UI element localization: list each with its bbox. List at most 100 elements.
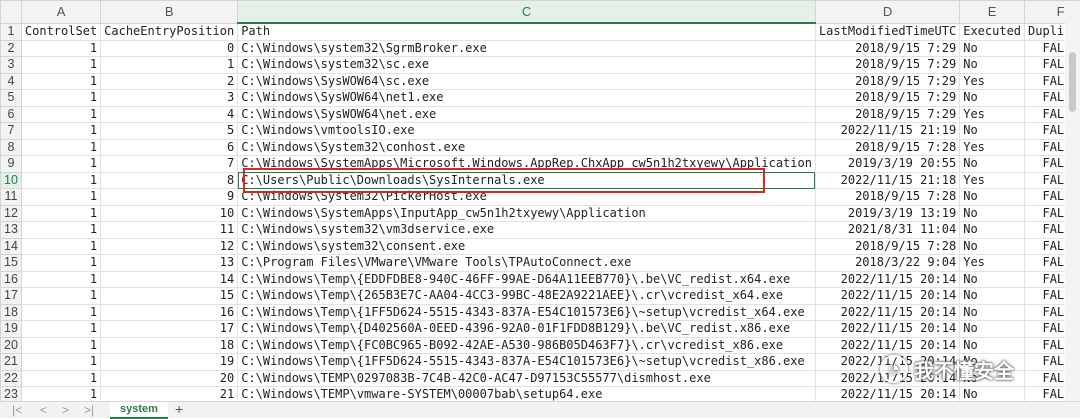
table-cell[interactable]: 2018/9/15 7:29 xyxy=(815,40,959,57)
table-cell[interactable]: No xyxy=(960,123,1025,140)
table-cell[interactable]: 1 xyxy=(21,139,100,156)
row-number[interactable]: 13 xyxy=(1,222,22,239)
table-cell[interactable]: No xyxy=(960,288,1025,305)
select-all-corner[interactable] xyxy=(1,1,22,24)
table-cell[interactable]: 2022/11/15 21:19 xyxy=(815,123,959,140)
table-cell[interactable]: C:\Windows\Temp\{265B3E7C-AA04-4CC3-99BC… xyxy=(238,288,816,305)
table-cell[interactable]: 18 xyxy=(101,337,238,354)
column-header[interactable]: A xyxy=(21,1,100,24)
table-cell[interactable]: No xyxy=(960,337,1025,354)
table-cell[interactable]: 1 xyxy=(101,57,238,74)
table-cell[interactable]: 1 xyxy=(21,288,100,305)
table-cell[interactable]: 2018/9/15 7:29 xyxy=(815,106,959,123)
row-number[interactable]: 17 xyxy=(1,288,22,305)
table-cell[interactable]: C:\Windows\Temp\{FC0BC965-B092-42AE-A530… xyxy=(238,337,816,354)
table-cell[interactable]: 3 xyxy=(101,90,238,107)
table-cell[interactable]: C:\Windows\Temp\{D402560A-0EED-4396-92A0… xyxy=(238,321,816,338)
table-cell[interactable]: 10 xyxy=(101,205,238,222)
column-header[interactable]: F xyxy=(1025,1,1080,24)
table-cell[interactable]: 1 xyxy=(21,387,100,402)
table-cell[interactable]: C:\Program Files\VMware\VMware Tools\TPA… xyxy=(238,255,816,272)
sheet-tab-system[interactable]: system xyxy=(110,402,168,419)
row-number[interactable]: 20 xyxy=(1,337,22,354)
table-cell[interactable]: No xyxy=(960,238,1025,255)
table-cell[interactable]: 16 xyxy=(101,304,238,321)
row-number[interactable]: 6 xyxy=(1,106,22,123)
table-cell[interactable]: C:\Windows\system32\SgrmBroker.exe xyxy=(238,40,816,57)
table-cell[interactable]: 8 xyxy=(101,172,238,189)
row-number[interactable]: 19 xyxy=(1,321,22,338)
column-header[interactable]: D xyxy=(815,1,959,24)
table-cell[interactable]: 1 xyxy=(21,354,100,371)
table-cell[interactable]: 1 xyxy=(21,106,100,123)
row-number[interactable]: 2 xyxy=(1,40,22,57)
table-cell[interactable]: No xyxy=(960,304,1025,321)
table-cell[interactable]: No xyxy=(960,189,1025,206)
table-cell[interactable]: 1 xyxy=(21,172,100,189)
table-cell[interactable]: 1 xyxy=(21,73,100,90)
first-sheet-icon[interactable]: |< xyxy=(12,403,22,417)
table-cell[interactable]: 2018/9/15 7:29 xyxy=(815,73,959,90)
table-cell[interactable]: 2022/11/15 20:14 xyxy=(815,337,959,354)
header-cell[interactable]: CacheEntryPosition xyxy=(101,23,238,40)
row-number[interactable]: 11 xyxy=(1,189,22,206)
table-cell[interactable]: 2018/9/15 7:29 xyxy=(815,90,959,107)
table-cell[interactable]: Yes xyxy=(960,139,1025,156)
table-cell[interactable]: C:\Windows\Temp\{EDDFDBE8-940C-46FF-99AE… xyxy=(238,271,816,288)
row-number[interactable]: 16 xyxy=(1,271,22,288)
table-cell[interactable]: 1 xyxy=(21,90,100,107)
table-cell[interactable]: 1 xyxy=(21,205,100,222)
table-cell[interactable]: 2022/11/15 20:14 xyxy=(815,304,959,321)
table-cell[interactable]: 1 xyxy=(21,370,100,387)
table-cell[interactable]: C:\Windows\system32\consent.exe xyxy=(238,238,816,255)
table-cell[interactable]: 2019/3/19 20:55 xyxy=(815,156,959,173)
table-cell[interactable]: 1 xyxy=(21,337,100,354)
table-cell[interactable]: C:\Windows\SystemApps\InputApp_cw5n1h2tx… xyxy=(238,205,816,222)
header-cell[interactable]: Path xyxy=(238,23,816,40)
table-cell[interactable]: 1 xyxy=(21,271,100,288)
table-cell[interactable]: 19 xyxy=(101,354,238,371)
row-number[interactable]: 9 xyxy=(1,156,22,173)
table-cell[interactable]: 2018/9/15 7:28 xyxy=(815,189,959,206)
table-cell[interactable]: 4 xyxy=(101,106,238,123)
table-cell[interactable]: No xyxy=(960,57,1025,74)
table-cell[interactable]: 9 xyxy=(101,189,238,206)
table-cell[interactable]: No xyxy=(960,222,1025,239)
table-cell[interactable]: No xyxy=(960,156,1025,173)
table-cell[interactable]: 21 xyxy=(101,387,238,402)
row-number[interactable]: 5 xyxy=(1,90,22,107)
table-cell[interactable]: 2021/8/31 11:04 xyxy=(815,222,959,239)
table-cell[interactable]: C:\Windows\system32\sc.exe xyxy=(238,57,816,74)
table-cell[interactable]: Yes xyxy=(960,255,1025,272)
row-number[interactable]: 8 xyxy=(1,139,22,156)
table-cell[interactable]: 1 xyxy=(21,57,100,74)
table-cell[interactable]: 2022/11/15 20:14 xyxy=(815,271,959,288)
table-cell[interactable]: 2019/3/19 13:19 xyxy=(815,205,959,222)
table-cell[interactable]: C:\Windows\System32\PickerHost.exe xyxy=(238,189,816,206)
table-cell[interactable]: 2018/9/15 7:28 xyxy=(815,238,959,255)
row-number[interactable]: 23 xyxy=(1,387,22,402)
table-cell[interactable]: C:\Windows\SysWOW64\net1.exe xyxy=(238,90,816,107)
next-sheet-icon[interactable]: > xyxy=(62,403,69,417)
row-number[interactable]: 15 xyxy=(1,255,22,272)
table-cell[interactable]: 13 xyxy=(101,255,238,272)
table-cell[interactable]: 6 xyxy=(101,139,238,156)
table-cell[interactable]: C:\Windows\SystemApps\Microsoft.Windows.… xyxy=(238,156,816,173)
table-cell[interactable]: 1 xyxy=(21,255,100,272)
table-cell[interactable]: No xyxy=(960,40,1025,57)
row-number[interactable]: 4 xyxy=(1,73,22,90)
table-cell[interactable]: No xyxy=(960,271,1025,288)
table-cell[interactable]: C:\Windows\System32\conhost.exe xyxy=(238,139,816,156)
table-cell[interactable]: 1 xyxy=(21,40,100,57)
last-sheet-icon[interactable]: >| xyxy=(84,403,94,417)
row-number[interactable]: 12 xyxy=(1,205,22,222)
row-number[interactable]: 14 xyxy=(1,238,22,255)
table-cell[interactable]: Yes xyxy=(960,106,1025,123)
row-number[interactable]: 3 xyxy=(1,57,22,74)
column-header[interactable]: C xyxy=(238,1,816,24)
table-cell[interactable]: C:\Windows\vmtoolsIO.exe xyxy=(238,123,816,140)
table-cell[interactable]: No xyxy=(960,321,1025,338)
table-cell[interactable]: 2022/11/15 21:18 xyxy=(815,172,959,189)
table-cell[interactable]: 17 xyxy=(101,321,238,338)
row-number[interactable]: 22 xyxy=(1,370,22,387)
